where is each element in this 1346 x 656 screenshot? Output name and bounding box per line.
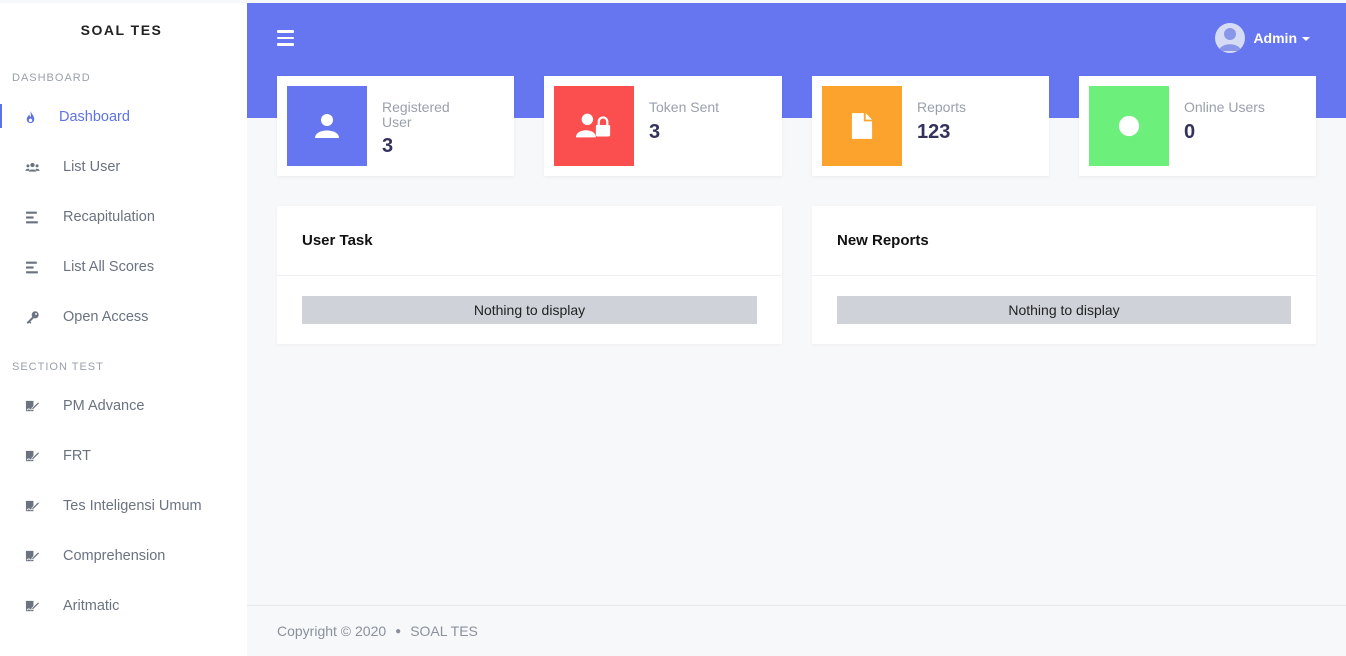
chevron-down-icon xyxy=(1302,36,1310,41)
signature-icon xyxy=(23,497,41,515)
stat-label: Registered User xyxy=(382,99,450,130)
stat-value: 3 xyxy=(649,121,661,143)
sidebar-item-label: List User xyxy=(63,159,121,175)
align-left-icon xyxy=(23,208,41,226)
sidebar-item-aritmatic[interactable]: Aritmatic xyxy=(0,581,247,631)
sidebar-item-open-access[interactable]: Open Access xyxy=(0,292,247,342)
sidebar-item-label: Open Access xyxy=(63,309,149,325)
user-menu[interactable]: Admin xyxy=(1215,23,1310,53)
stat-card-online-users: Online Users 0 xyxy=(1079,76,1316,176)
sidebar-item-list-all-scores[interactable]: List All Scores xyxy=(0,242,247,292)
stat-card-registered-user: Registered User 3 xyxy=(277,76,514,176)
signature-icon xyxy=(23,547,41,565)
main-content: Admin Registered User 3 Token Sent 3 Rep… xyxy=(247,3,1346,656)
stat-value: 3 xyxy=(382,135,394,157)
bullet-icon: ● xyxy=(395,625,402,637)
stat-card-token-sent: Token Sent 3 xyxy=(544,76,782,176)
user-name: Admin xyxy=(1253,30,1297,46)
stat-card-reports: Reports 123 xyxy=(812,76,1049,176)
user-icon xyxy=(287,86,367,166)
sidebar-item-list-user[interactable]: List User xyxy=(0,142,247,192)
sidebar-item-label: Aritmatic xyxy=(63,598,120,614)
footer-copyright: Copyright © 2020 xyxy=(277,623,387,639)
avatar xyxy=(1215,23,1246,53)
sidebar-item-label: Dashboard xyxy=(59,109,130,125)
signature-icon xyxy=(23,397,41,415)
user-lock-icon xyxy=(554,86,634,166)
brand-logo[interactable]: SOAL TES xyxy=(0,3,247,59)
sidebar-item-comprehension[interactable]: Comprehension xyxy=(0,531,247,581)
sidebar-item-recapitulation[interactable]: Recapitulation xyxy=(0,192,247,242)
signature-icon xyxy=(23,597,41,615)
brand-text: SOAL TES xyxy=(80,22,163,38)
section-title-section-test: SECTION TEST xyxy=(12,361,104,373)
panel-new-reports: New Reports Nothing to display xyxy=(812,206,1316,344)
panel-user-task: User Task Nothing to display xyxy=(277,206,782,344)
align-left-icon xyxy=(23,258,41,276)
key-icon xyxy=(23,308,41,326)
menu-toggle-icon[interactable] xyxy=(277,28,295,48)
users-icon xyxy=(23,158,41,176)
panel-title: New Reports xyxy=(812,206,1316,276)
footer-brand-link[interactable]: SOAL TES xyxy=(410,623,478,639)
empty-state: Nothing to display xyxy=(837,296,1291,324)
empty-state: Nothing to display xyxy=(302,296,757,324)
stat-value: 123 xyxy=(917,121,951,143)
sidebar: SOAL TES DASHBOARD Dashboard List User R… xyxy=(0,3,247,656)
sidebar-item-frt[interactable]: FRT xyxy=(0,431,247,481)
file-icon xyxy=(822,86,902,166)
circle-icon xyxy=(1089,86,1169,166)
stat-label: Online Users xyxy=(1184,99,1265,115)
stat-value: 0 xyxy=(1184,121,1196,143)
sidebar-item-label: FRT xyxy=(63,448,91,464)
sidebar-item-tes-inteligensi-umum[interactable]: Tes Inteligensi Umum xyxy=(0,481,247,531)
sidebar-item-label: PM Advance xyxy=(63,398,145,414)
footer: Copyright © 2020 ● SOAL TES xyxy=(247,605,1346,656)
signature-icon xyxy=(23,447,41,465)
flame-icon xyxy=(21,108,39,126)
sidebar-item-label: List All Scores xyxy=(63,259,155,275)
sidebar-item-dashboard[interactable]: Dashboard xyxy=(0,92,247,142)
sidebar-item-label: Comprehension xyxy=(63,548,166,564)
stat-label: Token Sent xyxy=(649,99,720,115)
sidebar-item-label: Tes Inteligensi Umum xyxy=(63,498,202,514)
sidebar-item-label: Recapitulation xyxy=(63,209,155,225)
stat-label: Reports xyxy=(917,99,967,115)
section-title-dashboard: DASHBOARD xyxy=(12,72,91,84)
stats-row: Registered User 3 Token Sent 3 Reports 1… xyxy=(277,76,1316,176)
sidebar-item-pm-advance[interactable]: PM Advance xyxy=(0,381,247,431)
panel-title: User Task xyxy=(277,206,782,276)
